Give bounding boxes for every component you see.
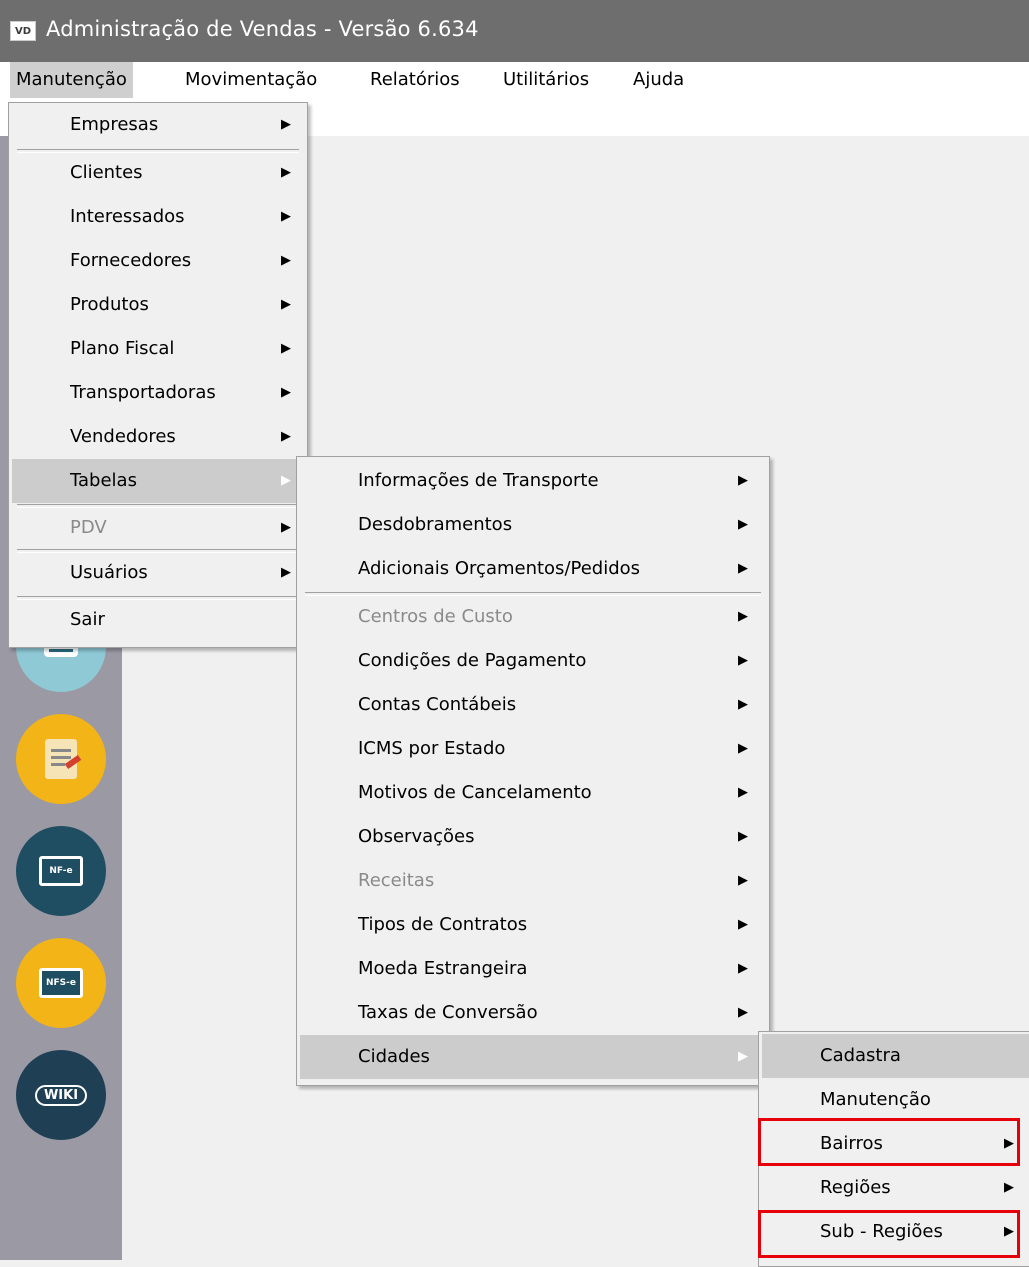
submenu-arrow-icon: ▶: [281, 520, 291, 535]
menu-item-tabelas[interactable]: Tabelas ▶: [12, 459, 304, 503]
submenu-arrow-icon: ▶: [738, 1005, 748, 1020]
menu-ajuda[interactable]: Ajuda: [627, 62, 690, 98]
menu-item-informacoes-transporte[interactable]: Informações de Transporte ▶: [297, 459, 769, 503]
submenu-arrow-icon: ▶: [738, 961, 748, 976]
submenu-arrow-icon: ▶: [281, 253, 291, 268]
menu-item-icms-estado[interactable]: ICMS por Estado ▶: [297, 727, 769, 771]
menu-item-pdv[interactable]: PDV ▶: [9, 506, 307, 550]
submenu-arrow-icon: ▶: [738, 785, 748, 800]
submenu-arrow-icon: ▶: [281, 341, 291, 356]
wiki-icon[interactable]: WIKI: [16, 1050, 106, 1140]
menu-item-tipos-contratos[interactable]: Tipos de Contratos ▶: [297, 903, 769, 947]
nfe-icon[interactable]: NF-e: [16, 826, 106, 916]
submenu-arrow-icon: ▶: [738, 829, 748, 844]
submenu-arrow-icon: ▶: [738, 1049, 748, 1064]
submenu-arrow-icon: ▶: [738, 697, 748, 712]
menu-item-receitas[interactable]: Receitas ▶: [297, 859, 769, 903]
submenu-arrow-icon: ▶: [738, 609, 748, 624]
tabelas-submenu: Informações de Transporte ▶ Desdobrament…: [296, 456, 770, 1086]
submenu-arrow-icon: ▶: [281, 209, 291, 224]
menu-item-plano-fiscal[interactable]: Plano Fiscal ▶: [9, 327, 307, 371]
submenu-arrow-icon: ▶: [738, 653, 748, 668]
submenu-arrow-icon: ▶: [738, 741, 748, 756]
menu-item-fornecedores[interactable]: Fornecedores ▶: [9, 239, 307, 283]
menu-item-moeda-estrangeira[interactable]: Moeda Estrangeira ▶: [297, 947, 769, 991]
menu-item-cidades[interactable]: Cidades ▶: [300, 1035, 766, 1079]
menu-movimentacao[interactable]: Movimentação: [179, 62, 323, 98]
submenu-arrow-icon: ▶: [738, 917, 748, 932]
submenu-arrow-icon: ▶: [738, 873, 748, 888]
highlight-box-sub-regioes: [758, 1210, 1020, 1258]
submenu-arrow-icon: ▶: [281, 473, 291, 488]
menu-item-sair[interactable]: Sair: [9, 598, 307, 642]
menu-relatorios[interactable]: Relatórios: [364, 62, 466, 98]
submenu-arrow-icon: ▶: [738, 517, 748, 532]
menu-item-regioes[interactable]: Regiões ▶: [759, 1166, 1029, 1210]
menu-item-contas-contabeis[interactable]: Contas Contábeis ▶: [297, 683, 769, 727]
window-title: Administração de Vendas - Versão 6.634: [46, 17, 479, 41]
menu-item-condicoes-pagamento[interactable]: Condições de Pagamento ▶: [297, 639, 769, 683]
submenu-arrow-icon: ▶: [738, 561, 748, 576]
submenu-arrow-icon: ▶: [738, 473, 748, 488]
menu-item-adicionais-orcamentos[interactable]: Adicionais Orçamentos/Pedidos ▶: [297, 547, 769, 591]
submenu-arrow-icon: ▶: [281, 297, 291, 312]
menu-item-transportadoras[interactable]: Transportadoras ▶: [9, 371, 307, 415]
menu-item-desdobramentos[interactable]: Desdobramentos ▶: [297, 503, 769, 547]
menu-item-centros-custo[interactable]: Centros de Custo ▶: [297, 595, 769, 639]
submenu-arrow-icon: ▶: [281, 117, 291, 132]
submenu-arrow-icon: ▶: [281, 385, 291, 400]
nfse-icon[interactable]: NFS-e: [16, 938, 106, 1028]
menu-utilitarios[interactable]: Utilitários: [497, 62, 595, 98]
menu-item-cadastra[interactable]: Cadastra: [762, 1034, 1029, 1078]
app-icon: VD: [10, 21, 36, 41]
submenu-arrow-icon: ▶: [281, 165, 291, 180]
menu-item-produtos[interactable]: Produtos ▶: [9, 283, 307, 327]
manutencao-dropdown: Empresas ▶ Clientes ▶ Interessados ▶ For…: [8, 102, 308, 648]
menu-item-observacoes[interactable]: Observações ▶: [297, 815, 769, 859]
submenu-arrow-icon: ▶: [281, 429, 291, 444]
menu-item-usuarios[interactable]: Usuários ▶: [9, 551, 307, 595]
menu-item-motivos-cancelamento[interactable]: Motivos de Cancelamento ▶: [297, 771, 769, 815]
menu-item-manutencao[interactable]: Manutenção: [759, 1078, 1029, 1122]
menu-item-taxas-conversao[interactable]: Taxas de Conversão ▶: [297, 991, 769, 1035]
submenu-arrow-icon: ▶: [1004, 1180, 1014, 1195]
highlight-box-bairros: [758, 1118, 1020, 1166]
document-edit-icon[interactable]: [16, 714, 106, 804]
submenu-arrow-icon: ▶: [281, 565, 291, 580]
menu-manutencao[interactable]: Manutenção: [10, 62, 133, 98]
menu-bar: Manutenção Movimentação Relatórios Utili…: [0, 62, 1029, 98]
menu-item-clientes[interactable]: Clientes ▶: [9, 151, 307, 195]
menu-item-interessados[interactable]: Interessados ▶: [9, 195, 307, 239]
menu-item-empresas[interactable]: Empresas ▶: [9, 103, 307, 147]
menu-item-vendedores[interactable]: Vendedores ▶: [9, 415, 307, 459]
title-bar: VD Administração de Vendas - Versão 6.63…: [0, 0, 1029, 62]
